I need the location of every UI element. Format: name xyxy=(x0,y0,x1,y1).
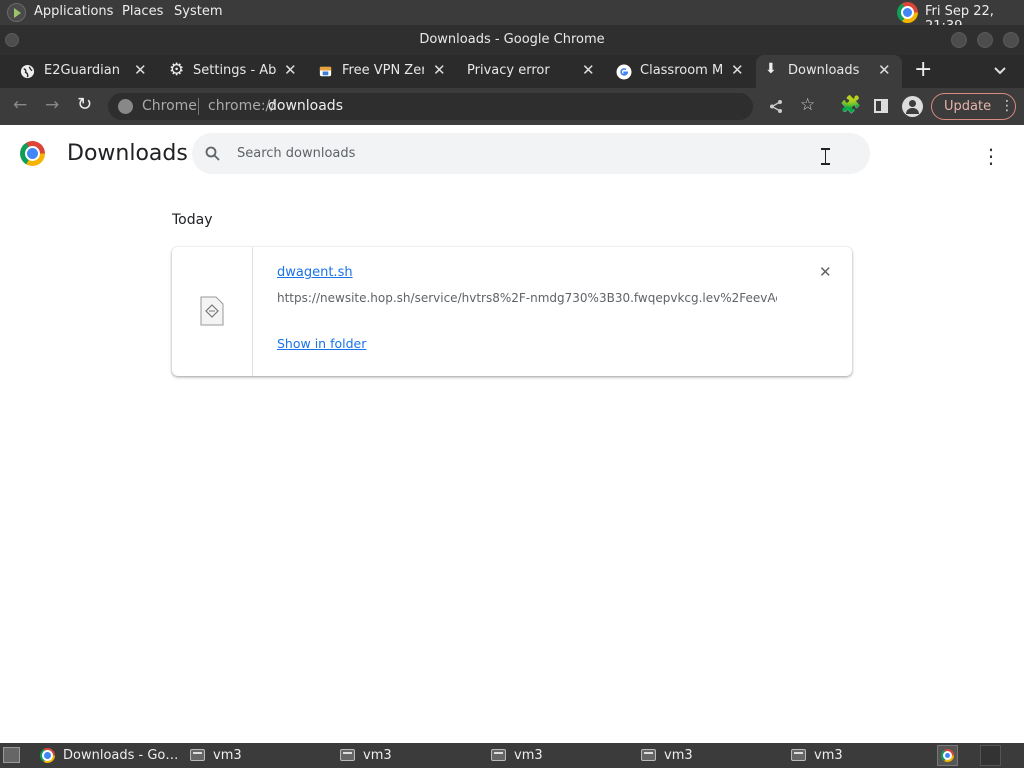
update-button[interactable]: Update ⋮ xyxy=(931,93,1016,120)
drive-icon xyxy=(641,749,656,761)
chrome-icon xyxy=(941,749,954,762)
more-actions-icon[interactable]: ⋮ xyxy=(981,144,1001,168)
chrome-icon xyxy=(40,748,55,763)
site-label: Chrome xyxy=(142,98,197,114)
share-icon[interactable] xyxy=(769,99,783,114)
tab-e2guardian[interactable]: E2Guardian - A ✕ xyxy=(14,55,154,88)
tab-close-icon[interactable]: ✕ xyxy=(878,61,891,79)
taskbar-item-vm3[interactable]: vm3 xyxy=(487,743,632,768)
tab-close-icon[interactable]: ✕ xyxy=(284,61,297,79)
url-path: downloads xyxy=(268,98,343,114)
taskbar-item-vm3[interactable]: vm3 xyxy=(336,743,481,768)
download-filename-link[interactable]: dwagent.sh xyxy=(277,265,353,280)
search-downloads-field[interactable]: Search downloads xyxy=(192,133,870,174)
minimize-button[interactable] xyxy=(951,32,967,48)
tab-close-icon[interactable]: ✕ xyxy=(582,61,595,79)
drive-icon xyxy=(791,749,806,761)
menu-system[interactable]: System xyxy=(174,4,222,19)
google-icon xyxy=(616,64,632,80)
tab-settings[interactable]: ⚙ Settings - Abo ✕ xyxy=(164,55,304,88)
bottom-panel: Downloads - Go… vm3 vm3 vm3 vm3 vm3 xyxy=(0,743,1024,768)
drive-icon xyxy=(491,749,506,761)
window-titlebar[interactable]: Downloads - Google Chrome xyxy=(0,25,1024,55)
tab-free-vpn[interactable]: Free VPN Zen ✕ xyxy=(312,55,452,88)
taskbar-item-vm3[interactable]: vm3 xyxy=(186,743,331,768)
taskbar-item-vm3[interactable]: vm3 xyxy=(637,743,782,768)
chrome-site-icon[interactable] xyxy=(118,99,133,114)
extensions-icon[interactable]: 🧩 xyxy=(840,95,861,115)
drive-icon xyxy=(190,749,205,761)
forward-icon[interactable]: → xyxy=(45,95,59,115)
close-window-button[interactable] xyxy=(1003,32,1019,48)
globe-icon xyxy=(20,64,35,79)
page-title: Downloads xyxy=(67,141,188,166)
download-icon: ⬇ xyxy=(765,61,777,77)
date-section-heading: Today xyxy=(172,212,213,228)
menu-places[interactable]: Places xyxy=(122,4,163,19)
remove-download-icon[interactable]: ✕ xyxy=(819,263,832,281)
download-source-url[interactable]: https://newsite.hop.sh/service/hvtrs8%2F… xyxy=(277,291,777,305)
search-icon xyxy=(205,146,220,161)
reload-icon[interactable]: ↻ xyxy=(77,94,92,115)
new-tab-icon[interactable]: + xyxy=(914,57,932,82)
window-title: Downloads - Google Chrome xyxy=(419,32,605,47)
kebab-menu-icon: ⋮ xyxy=(1000,98,1014,114)
profile-avatar[interactable] xyxy=(902,96,923,117)
download-item: dwagent.sh https://newsite.hop.sh/servic… xyxy=(172,247,852,376)
menu-applications[interactable]: Applications xyxy=(34,4,113,19)
chrome-logo-icon xyxy=(20,141,45,166)
tab-search-chevron-icon[interactable] xyxy=(994,66,1006,76)
taskbar-item-downloads[interactable]: Downloads - Go… xyxy=(36,743,181,768)
url-scheme: chrome:// xyxy=(208,98,275,114)
side-panel-icon[interactable] xyxy=(874,99,888,113)
taskbar-item-vm3[interactable]: vm3 xyxy=(787,743,932,768)
file-icon xyxy=(200,296,224,326)
workspace-switcher-2[interactable] xyxy=(980,745,1001,766)
system-logo-icon[interactable] xyxy=(7,3,26,22)
tab-classroom[interactable]: Classroom Ma ✕ xyxy=(610,55,752,88)
drive-icon xyxy=(340,749,355,761)
chrome-tray-icon[interactable] xyxy=(897,2,918,23)
tab-close-icon[interactable]: ✕ xyxy=(433,61,446,79)
gear-icon: ⚙ xyxy=(169,60,185,80)
back-icon[interactable]: ← xyxy=(13,95,27,115)
vpn-icon xyxy=(319,66,332,77)
search-input[interactable]: Search downloads xyxy=(237,146,355,161)
workspace-switcher-1[interactable] xyxy=(937,745,958,766)
text-cursor-icon xyxy=(821,148,830,165)
tab-strip: E2Guardian - A ✕ ⚙ Settings - Abo ✕ Free… xyxy=(0,55,1024,135)
tab-privacy-error[interactable]: Privacy error ✕ xyxy=(462,55,602,88)
address-bar[interactable]: Chrome chrome:// downloads ☆ xyxy=(108,93,815,120)
tab-close-icon[interactable]: ✕ xyxy=(731,61,744,79)
bookmark-star-icon[interactable]: ☆ xyxy=(800,95,815,115)
tab-close-icon[interactable]: ✕ xyxy=(134,61,147,79)
downloads-page xyxy=(0,125,1024,743)
maximize-button[interactable] xyxy=(977,32,993,48)
tab-downloads[interactable]: ⬇ Downloads ✕ xyxy=(756,55,902,88)
show-in-folder-link[interactable]: Show in folder xyxy=(277,336,366,351)
top-panel: Applications Places System Fri Sep 22, 2… xyxy=(0,0,1024,34)
show-desktop-icon[interactable] xyxy=(3,747,20,763)
